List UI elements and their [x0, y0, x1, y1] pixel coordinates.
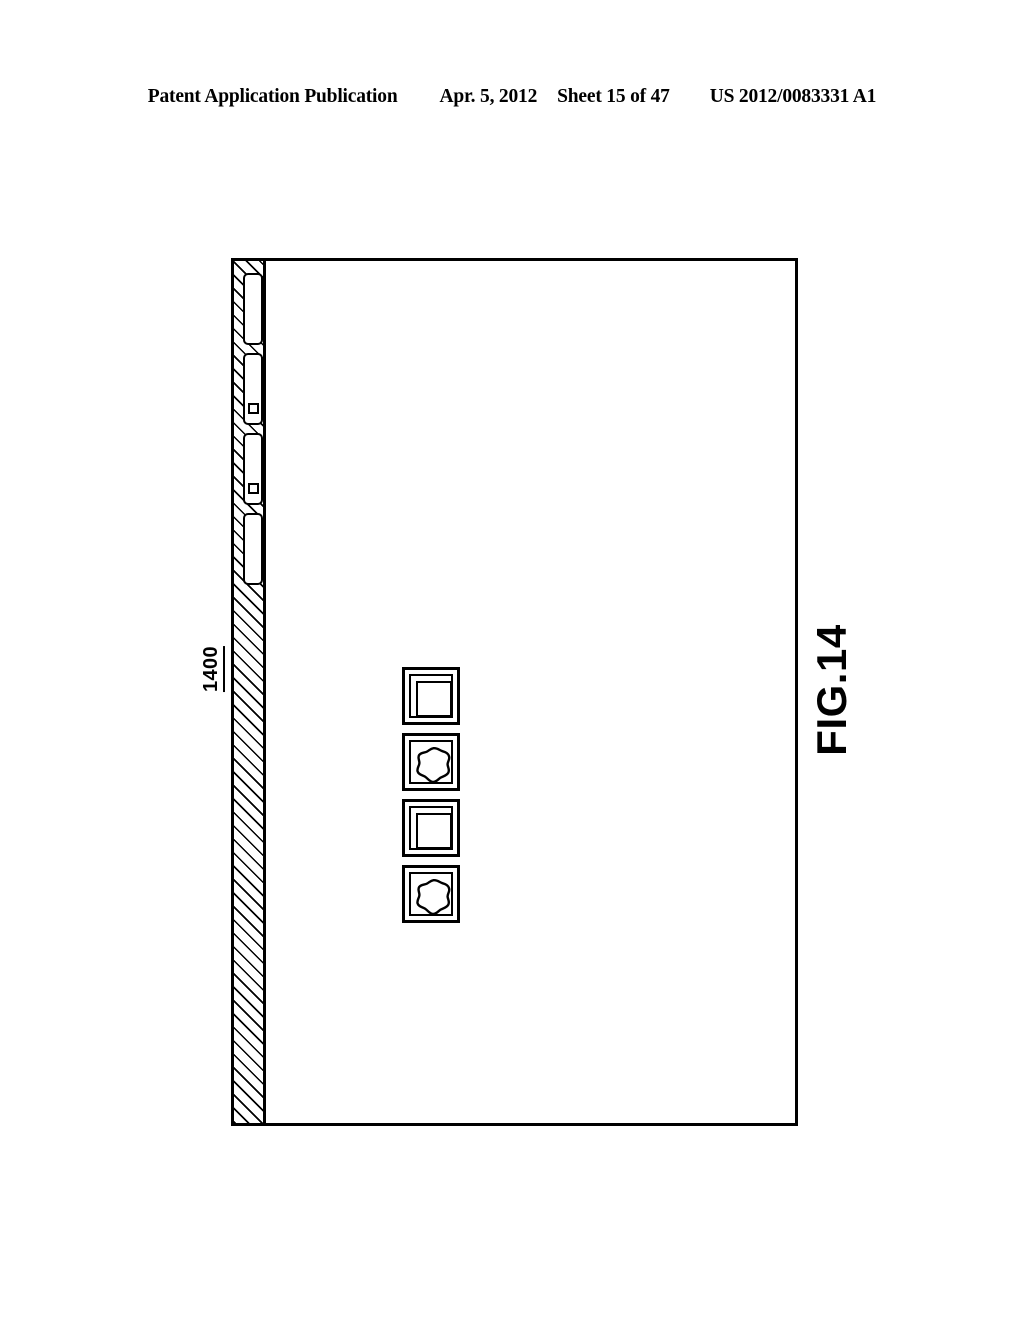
square-glyph [416, 681, 452, 717]
strip-button-3 [243, 433, 263, 505]
strip-button-2-inner-square [247, 403, 259, 414]
strip-button-2 [243, 353, 263, 425]
blob-glyph [414, 745, 454, 785]
icon-column [402, 667, 462, 931]
square-glyph [416, 813, 452, 849]
icon-tile-blob-2[interactable] [402, 865, 460, 923]
blob-glyph [414, 877, 454, 917]
strip-button-3-inner-square [247, 483, 259, 494]
reference-numeral-1400: 1400 [178, 634, 248, 704]
figure-label-text: FIG.14 [808, 624, 855, 756]
device-outline [231, 258, 798, 1126]
strip-button-1 [243, 273, 263, 345]
strip-button-4 [243, 513, 263, 585]
icon-tile-square-1[interactable] [402, 667, 460, 725]
icon-tile-square-2[interactable] [402, 799, 460, 857]
icon-tile-blob-1[interactable] [402, 733, 460, 791]
reference-numeral-1400-text: 1400 [200, 645, 225, 693]
figure-label: FIG.14 [762, 620, 902, 760]
patent-figure-drawing: 1400 FIG.14 [0, 0, 1024, 1320]
